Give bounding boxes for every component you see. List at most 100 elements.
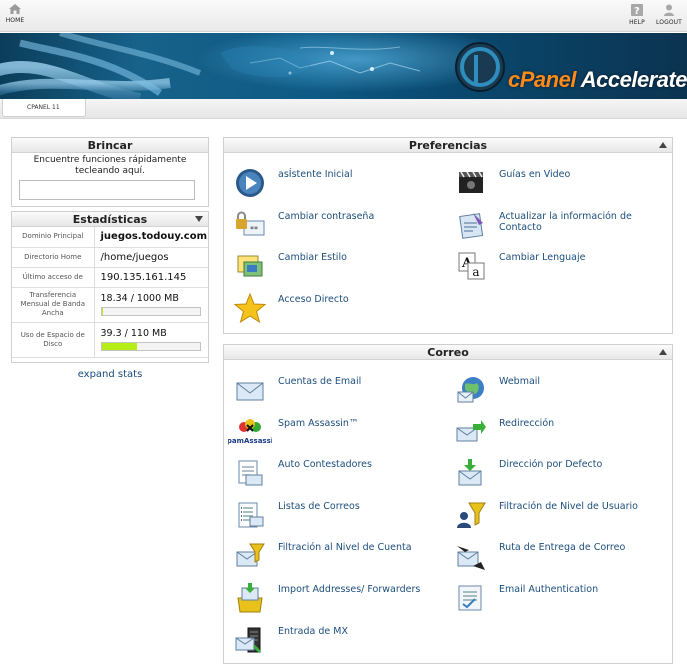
- pref-label: Acceso Directo: [278, 294, 349, 305]
- table-row: Uso de Espacio de Disco 39.3 / 110 MB: [12, 322, 208, 358]
- pref-item-asistente[interactable]: asÍstente Inicial: [226, 163, 446, 203]
- correo-label: Webmail: [499, 376, 541, 387]
- pref-item-acceso-directo[interactable]: Acceso Directo: [226, 288, 446, 328]
- correo-item-webmail[interactable]: Webmail: [447, 370, 667, 410]
- correo-label: Email Authentication: [499, 584, 599, 595]
- pref-label: Cambiar Estilo: [278, 252, 347, 263]
- top-toolbar: HOME ? HELP LOGOUT: [0, 0, 687, 32]
- brincar-description: Encuentre funciones rápidamente tecleand…: [33, 155, 187, 176]
- bandwidth-progress-bar: [100, 307, 201, 316]
- cpanel-logo-mark: [455, 42, 505, 92]
- correo-item-filtracion-cuenta[interactable]: Filtración al Nivel de Cuenta: [226, 536, 446, 576]
- stat-value: juegos.todouy.com: [94, 227, 208, 248]
- logout-label: LOGOUT: [656, 19, 682, 26]
- import-icon: [237, 583, 263, 613]
- stats-table: Dominio Principal juegos.todouy.com Dire…: [12, 227, 208, 358]
- bandwidth-progress-fill: [101, 308, 104, 315]
- stat-label: Último acceso de: [12, 267, 95, 288]
- correo-header: Correo: [224, 345, 672, 360]
- correo-item-import-addresses[interactable]: Import Addresses/ Forwarders: [226, 578, 446, 618]
- logout-button[interactable]: LOGOUT: [654, 3, 684, 26]
- pref-item-cambiar-contrasena[interactable]: ** Cambiar contraseña: [226, 205, 446, 245]
- correo-label: Filtración al Nivel de Cuenta: [278, 542, 412, 553]
- stats-header: Estadísticas: [12, 212, 208, 227]
- collapse-arrow-icon[interactable]: [195, 216, 203, 222]
- pref-label: asÍstente Inicial: [278, 169, 353, 180]
- theme-tab[interactable]: CPANEL 11: [2, 99, 86, 117]
- stat-label: Dominio Principal: [12, 227, 95, 248]
- envelope-icon: [236, 382, 264, 401]
- pref-item-cambiar-estilo[interactable]: Cambiar Estilo: [226, 246, 446, 286]
- table-row: Transferencia Mensual de Banda Ancha 18.…: [12, 287, 208, 323]
- correo-item-cuentas-email[interactable]: Cuentas de Email: [226, 370, 446, 410]
- correo-title: Correo: [427, 346, 469, 359]
- pref-item-guias-video[interactable]: Guías en Video: [447, 163, 667, 203]
- stats-title: Estadísticas: [72, 213, 148, 226]
- correo-label: Spam Assassin™: [278, 418, 359, 429]
- pref-item-cambiar-lenguaje[interactable]: Aa Cambiar Lenguaje: [447, 246, 667, 286]
- header-banner: cPanel Accelerated2: [0, 33, 687, 99]
- help-button[interactable]: ? HELP: [626, 3, 648, 26]
- user-logout-icon: [664, 4, 674, 16]
- forward-icon: [456, 420, 486, 442]
- correo-item-ruta-entrega[interactable]: Ruta de Entrega de Correo: [447, 536, 667, 576]
- user-filter-icon: [457, 502, 486, 528]
- disk-value: 39.3 / 110 MB: [100, 328, 167, 339]
- expand-stats-link[interactable]: expand stats: [0, 369, 220, 380]
- correo-item-entrada-mx[interactable]: Entrada de MX: [226, 620, 446, 660]
- stat-value: 190.135.161.145: [94, 267, 208, 288]
- collapse-arrow-icon[interactable]: [659, 142, 667, 148]
- correo-item-listas-correos[interactable]: Listas de Correos: [226, 495, 446, 535]
- home-button[interactable]: HOME: [4, 3, 26, 24]
- pref-label: Cambiar contraseña: [278, 211, 375, 222]
- correo-item-auto-contestadores[interactable]: Auto Contestadores: [226, 453, 446, 493]
- home-icon: [9, 4, 21, 14]
- star-icon: [234, 292, 266, 324]
- correo-label: Ruta de Entrega de Correo: [499, 542, 626, 553]
- correo-item-filtracion-usuario[interactable]: Filtración de Nivel de Usuario: [447, 495, 667, 535]
- globe-mail-icon: [457, 377, 484, 403]
- disk-progress-fill: [101, 343, 137, 350]
- contact-update-icon: [459, 213, 484, 239]
- preferencias-header: Preferencias: [224, 138, 672, 153]
- brincar-panel: Brincar Encuentre funciones rápidamente …: [11, 137, 209, 207]
- correo-panel: Correo Cuentas de Email Webmail SpamAssa…: [223, 344, 673, 664]
- brand-name: Accelerated: [580, 67, 687, 92]
- stat-value: 39.3 / 110 MB: [94, 322, 208, 358]
- preferencias-title: Preferencias: [408, 139, 488, 152]
- correo-label: Redirección: [499, 418, 555, 429]
- theme-strip: CPANEL 11: [0, 99, 687, 119]
- help-icon: ?: [631, 4, 643, 17]
- pref-item-actualizar-contacto[interactable]: Actualizar la información de Contacto: [447, 205, 667, 245]
- correo-item-email-authentication[interactable]: Email Authentication: [447, 578, 667, 618]
- mx-entry-icon: [235, 627, 262, 654]
- stat-value: /home/juegos: [94, 247, 208, 268]
- correo-label: Auto Contestadores: [278, 459, 372, 470]
- correo-item-direccion-defecto[interactable]: Dirección por Defecto: [447, 453, 667, 493]
- stat-value: 18.34 / 1000 MB: [94, 287, 208, 323]
- bandwidth-value: 18.34 / 1000 MB: [100, 293, 179, 304]
- domain-value: juegos.todouy.com: [100, 231, 208, 243]
- stat-label: Directorio Home: [12, 247, 95, 268]
- delivery-route-icon: [457, 546, 485, 570]
- pref-label: Guías en Video: [499, 169, 571, 180]
- brincar-search-input[interactable]: [19, 180, 195, 200]
- table-row: Directorio Home /home/juegos: [12, 247, 208, 268]
- correo-label: Entrada de MX: [278, 626, 348, 637]
- preferencias-panel: Preferencias asÍstente Inicial Guías en …: [223, 137, 673, 334]
- svg-text:?: ?: [634, 6, 640, 17]
- play-icon: [236, 169, 264, 197]
- autoresponder-icon: [238, 460, 263, 486]
- correo-item-spam-assassin[interactable]: SpamAssassin Spam Assassin™: [226, 412, 446, 452]
- correo-label: Import Addresses/ Forwarders: [278, 584, 421, 595]
- brand-title: cPanel Accelerated2: [508, 67, 687, 93]
- correo-label: Filtración de Nivel de Usuario: [499, 501, 638, 512]
- spam-logo-text: SpamAssassin: [228, 437, 272, 445]
- disk-progress-bar: [100, 342, 201, 351]
- stat-label: Transferencia Mensual de Banda Ancha: [12, 287, 95, 323]
- correo-item-redireccion[interactable]: Redirección: [447, 412, 667, 452]
- correo-label: Cuentas de Email: [278, 376, 362, 387]
- table-row: Último acceso de 190.135.161.145: [12, 267, 208, 288]
- video-camera-icon: [459, 171, 483, 193]
- collapse-arrow-icon[interactable]: [659, 349, 667, 355]
